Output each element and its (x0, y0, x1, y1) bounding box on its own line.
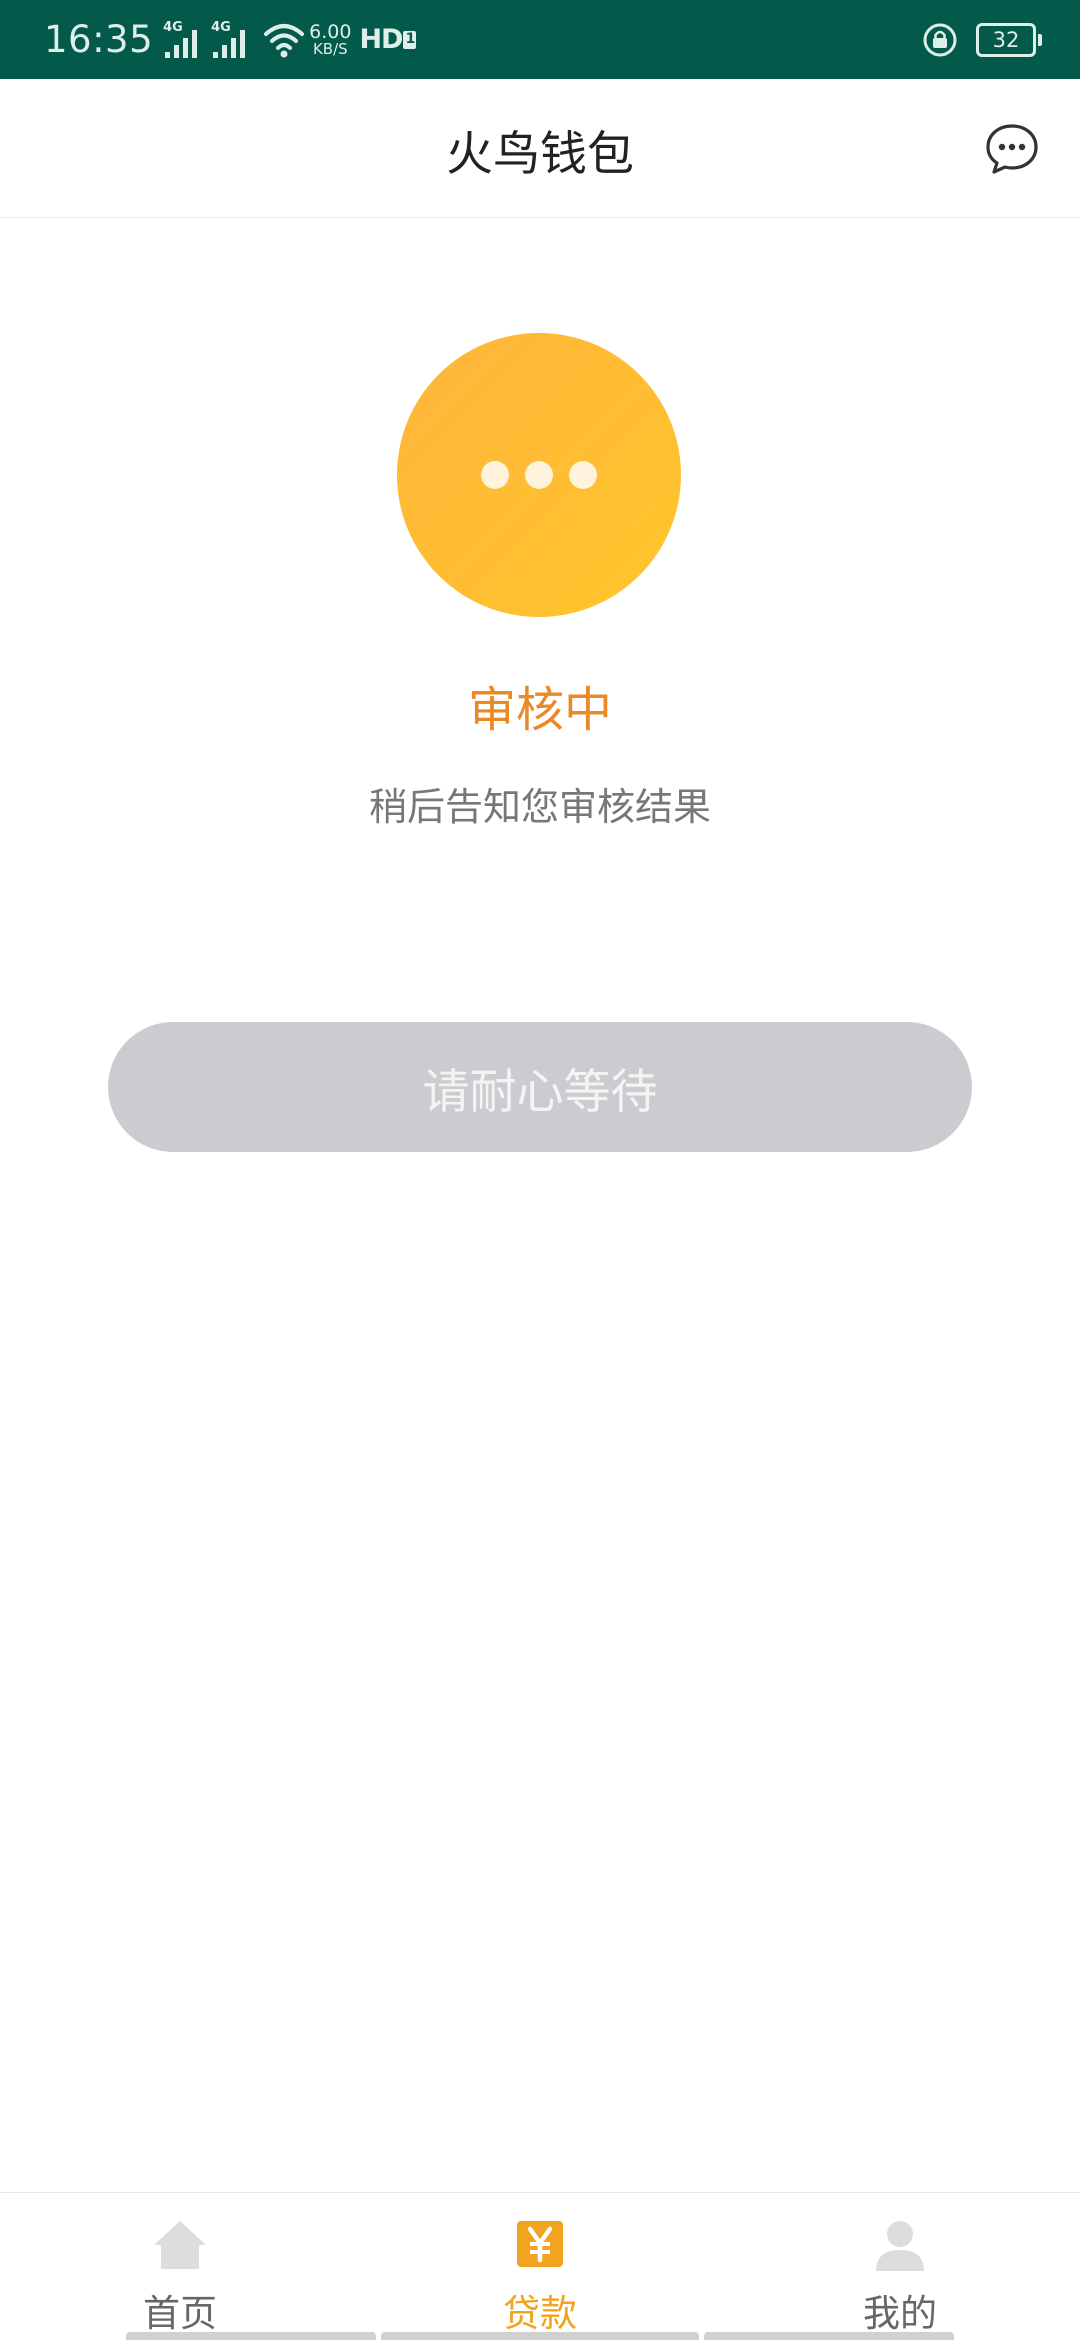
pending-dot (481, 461, 509, 489)
network-speed-value: 6.00 (309, 20, 352, 43)
yen-loan-icon (517, 2221, 563, 2267)
home-icon (154, 2221, 206, 2269)
nav-item-loan[interactable]: 贷款 (360, 2193, 720, 2341)
please-wait-button[interactable]: 请耐心等待 (108, 1022, 972, 1152)
pending-dot (569, 461, 597, 489)
nav-label-mine: 我的 (863, 2292, 937, 2335)
status-bar-left: 16:35 4G 4G 6.00 KB/S HD 1 (44, 0, 417, 79)
nav-item-home[interactable]: 首页 (0, 2193, 360, 2341)
signal-icon: 4G (211, 18, 255, 62)
chat-bubble-icon (986, 124, 1038, 174)
battery-level: 32 (992, 27, 1020, 52)
review-status-description: 稍后告知您审核结果 (368, 785, 711, 829)
network-speed-unit: KB/S (312, 39, 348, 58)
nav-item-mine[interactable]: 我的 (720, 2193, 1080, 2341)
nav-indicator (381, 2332, 699, 2340)
page-title: 火鸟钱包 (446, 127, 634, 182)
wifi-icon (263, 20, 305, 60)
bottom-nav: 首页 贷款 我的 (0, 2192, 1080, 2341)
status-bar-right: 32 (922, 0, 1042, 79)
app-header: 火鸟钱包 (0, 79, 1080, 218)
clock: 16:35 (44, 18, 154, 61)
signal-icon: 4G (163, 18, 207, 62)
nav-label-home: 首页 (143, 2292, 217, 2335)
user-icon (876, 2221, 924, 2271)
hd-label: HD (359, 24, 403, 55)
pending-dot (525, 461, 553, 489)
nav-indicator (704, 2332, 954, 2340)
orientation-lock-icon (922, 22, 958, 58)
message-button[interactable] (984, 121, 1040, 177)
hd-sub-label: 1 (403, 30, 417, 49)
nav-label-loan: 贷款 (503, 2292, 577, 2335)
hd-voice-icon: HD 1 (359, 24, 417, 55)
network-speed: 6.00 KB/S (309, 20, 352, 58)
nav-indicator (126, 2332, 376, 2340)
battery-icon: 32 (976, 22, 1042, 57)
status-bar: 16:35 4G 4G 6.00 KB/S HD 1 32 (0, 0, 1080, 79)
review-status-title: 审核中 (467, 682, 612, 738)
pending-dots-icon (397, 333, 681, 617)
